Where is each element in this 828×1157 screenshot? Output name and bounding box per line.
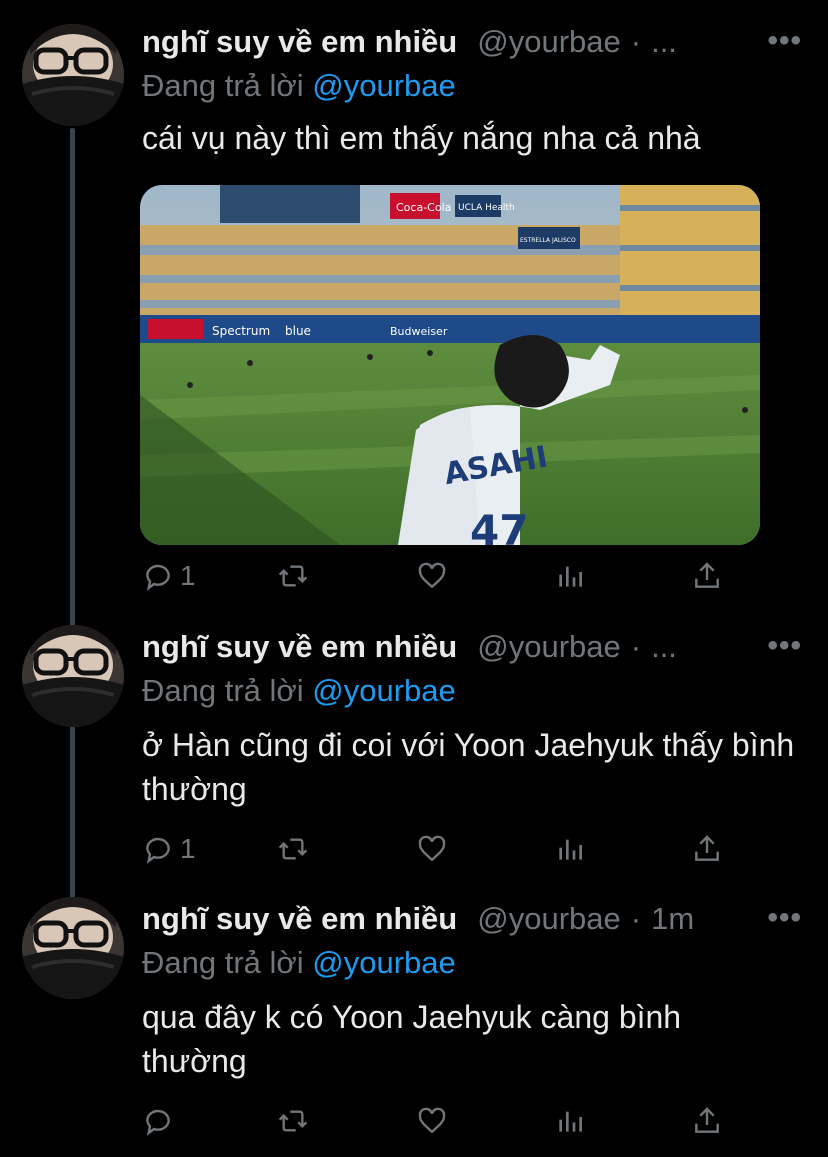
- analytics-icon: [559, 839, 582, 860]
- replying-to-label: Đang trả lời: [142, 68, 304, 103]
- more-options-icon[interactable]: •••: [767, 629, 802, 663]
- tweet-photo[interactable]: Coca-Cola UCLA Health ESTRELLA JALISCO S…: [140, 185, 760, 545]
- display-name[interactable]: nghĩ suy về em nhiều: [142, 24, 457, 60]
- tweet-text: qua đây k có Yoon Jaehyuk càng bình thườ…: [142, 999, 682, 1079]
- tweet[interactable]: nghĩ suy về em nhiều @yourbae · ... ••• …: [0, 625, 828, 885]
- tweet-actions: 1: [142, 560, 732, 600]
- user-handle[interactable]: @yourbae: [477, 24, 621, 60]
- separator: ·: [630, 24, 642, 59]
- like-icon: [418, 1107, 446, 1134]
- display-name[interactable]: nghĩ suy về em nhiều: [142, 629, 457, 665]
- reply-mention-link[interactable]: @yourbae: [312, 68, 456, 103]
- tweet-content: nghĩ suy về em nhiều @yourbae · 1m ••• Đ…: [142, 901, 802, 1083]
- separator: ·: [630, 901, 642, 936]
- retweet-button[interactable]: [277, 833, 315, 865]
- user-handle[interactable]: @yourbae: [477, 901, 621, 937]
- retweet-icon: [278, 1110, 308, 1132]
- like-icon: [418, 562, 446, 589]
- reply-button[interactable]: [142, 1105, 180, 1137]
- avatar[interactable]: [22, 24, 124, 126]
- like-icon: [418, 835, 446, 862]
- tweet-content: nghĩ suy về em nhiều @yourbae · ... ••• …: [142, 629, 802, 811]
- sign-text: Budweiser: [390, 325, 448, 338]
- reply-button[interactable]: 1: [142, 833, 196, 865]
- reply-mention-link[interactable]: @yourbae: [312, 945, 456, 980]
- sign-text: ESTRELLA JALISCO: [520, 237, 576, 244]
- reply-icon: [146, 837, 170, 864]
- reply-count: 1: [180, 560, 196, 591]
- replying-to-label: Đang trả lời: [142, 945, 304, 980]
- tweet-actions: [142, 1105, 732, 1145]
- replying-to: Đang trả lời @yourbae: [142, 671, 802, 711]
- analytics-icon: [559, 566, 582, 587]
- timestamp[interactable]: 1m: [651, 901, 694, 937]
- share-icon: [695, 835, 719, 861]
- more-options-icon[interactable]: •••: [767, 24, 802, 58]
- sign-text: UCLA Health: [458, 203, 515, 213]
- tweet-text: ở Hàn cũng đi coi với Yoon Jaehyuk thấy …: [142, 727, 795, 807]
- reply-mention-link[interactable]: @yourbae: [312, 673, 456, 708]
- retweet-button[interactable]: [277, 1105, 315, 1137]
- separator: ·: [630, 629, 642, 664]
- avatar[interactable]: [22, 897, 124, 999]
- reply-icon: [146, 564, 170, 591]
- analytics-button[interactable]: [554, 1105, 586, 1137]
- reply-icon: [146, 1109, 170, 1136]
- share-icon: [695, 1107, 719, 1133]
- retweet-icon: [278, 565, 308, 587]
- analytics-icon: [559, 1111, 582, 1132]
- tweet-actions: 1: [142, 833, 732, 873]
- timestamp[interactable]: ...: [651, 629, 677, 665]
- share-icon: [695, 562, 719, 588]
- replying-to: Đang trả lời @yourbae: [142, 943, 802, 983]
- tweet-content: nghĩ suy về em nhiều @yourbae · ... ••• …: [142, 24, 802, 160]
- analytics-button[interactable]: [554, 560, 586, 592]
- like-button[interactable]: [416, 833, 454, 865]
- tweet-header: nghĩ suy về em nhiều @yourbae · 1m •••: [142, 901, 802, 937]
- sign-text: Coca-Cola: [396, 201, 451, 214]
- tweet[interactable]: nghĩ suy về em nhiều @yourbae · 1m ••• Đ…: [0, 897, 828, 1157]
- sign-text: blue: [285, 324, 311, 338]
- avatar[interactable]: [22, 625, 124, 727]
- share-button[interactable]: [691, 1105, 723, 1137]
- retweet-button[interactable]: [277, 560, 315, 592]
- tweet-header: nghĩ suy về em nhiều @yourbae · ... •••: [142, 629, 802, 665]
- retweet-icon: [278, 838, 308, 860]
- like-button[interactable]: [416, 560, 454, 592]
- like-button[interactable]: [416, 1105, 454, 1137]
- share-button[interactable]: [691, 833, 723, 865]
- tweet-text: cái vụ này thì em thấy nắng nha cả nhà: [142, 120, 701, 156]
- user-handle[interactable]: @yourbae: [477, 629, 621, 665]
- more-options-icon[interactable]: •••: [767, 901, 802, 935]
- sign-text: Spectrum: [212, 324, 270, 338]
- share-button[interactable]: [691, 560, 723, 592]
- replying-to-label: Đang trả lời: [142, 673, 304, 708]
- reply-count: 1: [180, 833, 196, 864]
- tweet[interactable]: nghĩ suy về em nhiều @yourbae · ... ••• …: [0, 20, 828, 610]
- tweet-header: nghĩ suy về em nhiều @yourbae · ... •••: [142, 24, 802, 60]
- analytics-button[interactable]: [554, 833, 586, 865]
- display-name[interactable]: nghĩ suy về em nhiều: [142, 901, 457, 937]
- timestamp[interactable]: ...: [651, 24, 677, 60]
- replying-to: Đang trả lời @yourbae: [142, 66, 802, 106]
- reply-button[interactable]: 1: [142, 560, 196, 592]
- jersey-number: 47: [470, 506, 528, 545]
